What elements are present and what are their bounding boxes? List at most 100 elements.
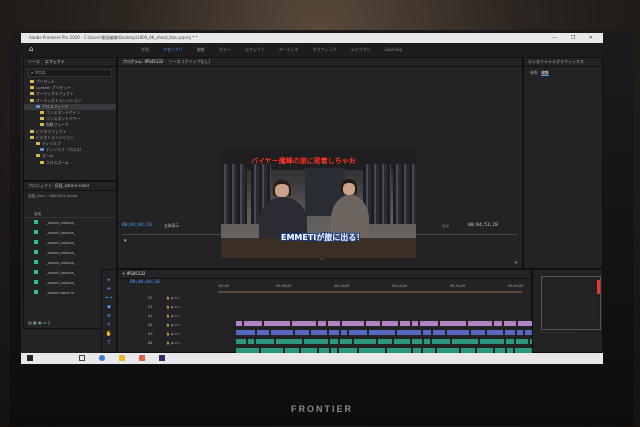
sequence-name[interactable]: IPS45132 bbox=[127, 271, 146, 276]
time-ruler[interactable]: :00;00 00;08;00 00;16;00 00;24;00 00;32;00 00… bbox=[218, 284, 523, 290]
workspace-tab[interactable]: 学習 bbox=[141, 43, 149, 57]
tab-source-monitor[interactable]: ソース: (クリップなし) bbox=[168, 59, 210, 64]
track-header[interactable]: A1 🔒 ◉ M S bbox=[138, 312, 216, 321]
program-timecode[interactable]: 00;04;04;26 bbox=[122, 223, 152, 229]
timeline-clip[interactable] bbox=[257, 330, 269, 335]
timeline-clip[interactable] bbox=[295, 330, 309, 335]
timeline-clip[interactable] bbox=[292, 321, 316, 326]
timeline-clip[interactable] bbox=[248, 339, 254, 344]
marker-icon[interactable]: ▾ bbox=[124, 239, 127, 244]
project-item[interactable]: _sound_various_ bbox=[24, 218, 116, 228]
fit-dropdown[interactable]: 全体表示 bbox=[164, 223, 179, 229]
track-header[interactable]: A4 🔒 ◉ M S bbox=[138, 339, 216, 348]
timeline-clip[interactable] bbox=[340, 339, 352, 344]
timeline-clip[interactable] bbox=[505, 330, 515, 335]
timeline-clip[interactable] bbox=[494, 321, 502, 326]
timeline-clip[interactable] bbox=[432, 339, 450, 344]
project-item[interactable]: _sound_various_ bbox=[24, 238, 116, 248]
timeline-clip[interactable] bbox=[394, 339, 410, 344]
track-toggles[interactable]: 🔒 ◉ M S bbox=[166, 294, 180, 303]
timeline-clip[interactable] bbox=[487, 330, 503, 335]
timeline-clip[interactable] bbox=[264, 321, 290, 326]
project-item[interactable]: _sound_various_ bbox=[24, 258, 116, 268]
timeline-clip[interactable] bbox=[420, 321, 438, 326]
work-area-bar[interactable] bbox=[218, 291, 522, 293]
tools[interactable]: ▸ ⇹ ⟷ ◆ ⧄ ✎ ✋ T bbox=[102, 270, 116, 348]
timeline-clip[interactable] bbox=[517, 330, 523, 335]
timeline-clip[interactable] bbox=[382, 321, 398, 326]
timeline-clip[interactable] bbox=[504, 321, 516, 326]
workspace-tab[interactable]: アセンブリ bbox=[163, 43, 183, 57]
track-toggles[interactable]: 🔒 ◉ M S bbox=[166, 321, 180, 330]
track-header[interactable]: V1 🔒 ◉ M S bbox=[138, 303, 216, 312]
timeline-clip[interactable] bbox=[424, 339, 430, 344]
workspace-tab[interactable]: Learning bbox=[384, 43, 401, 57]
home-icon[interactable]: ⌂ bbox=[29, 46, 33, 53]
window-controls[interactable]: — ❐ ✕ bbox=[552, 33, 599, 43]
workspace-tab[interactable]: ライブラリ bbox=[350, 43, 370, 57]
timeline-clip[interactable] bbox=[433, 330, 445, 335]
project-item[interactable]: _sound_various_ bbox=[24, 228, 116, 238]
explorer-icon[interactable] bbox=[119, 355, 125, 361]
timeline-clip[interactable] bbox=[506, 339, 514, 344]
tab-program[interactable]: プログラム: IPS45132 bbox=[122, 59, 163, 64]
timeline-clip[interactable] bbox=[440, 321, 466, 326]
timeline-clip[interactable] bbox=[354, 339, 376, 344]
resolution-dropdown[interactable]: 1/2 bbox=[442, 223, 449, 229]
track-header[interactable]: V2 🔒 ◉ M S bbox=[138, 294, 216, 303]
track-toggles[interactable]: 🔒 ◉ M S bbox=[166, 312, 180, 321]
timeline-clip[interactable] bbox=[349, 330, 367, 335]
app-icon[interactable] bbox=[139, 355, 145, 361]
edge-icon[interactable] bbox=[99, 355, 105, 361]
timeline-clip[interactable] bbox=[468, 321, 492, 326]
timeline-clip[interactable] bbox=[271, 330, 293, 335]
workspace-tab[interactable]: カラー bbox=[219, 43, 231, 57]
workspace-tab[interactable]: 編集 bbox=[197, 43, 205, 57]
tab-effects[interactable]: エフェクト bbox=[45, 59, 65, 64]
effects-search-input[interactable]: ⌕ クロス bbox=[28, 69, 112, 77]
timeline-clip[interactable] bbox=[400, 321, 410, 326]
timeline-clip[interactable] bbox=[516, 339, 528, 344]
timeline-clip[interactable] bbox=[236, 339, 246, 344]
track-toggles[interactable]: 🔒 ◉ M S bbox=[166, 330, 180, 339]
track-toggles[interactable]: 🔒 ◉ M S bbox=[166, 339, 180, 348]
timeline-clip[interactable] bbox=[452, 339, 478, 344]
add-button-icon[interactable]: + bbox=[514, 261, 518, 266]
timeline-clip[interactable] bbox=[256, 339, 274, 344]
track-header[interactable]: A3 🔒 ◉ M S bbox=[138, 330, 216, 339]
project-panel-title[interactable]: プロジェクト: 容疑_kotare.ssekt bbox=[24, 182, 116, 191]
timeline-clip[interactable] bbox=[397, 330, 421, 335]
project-item[interactable]: _sound_various_ bbox=[24, 248, 116, 258]
project-column-name[interactable]: 名前 bbox=[24, 201, 116, 218]
workspace-tab[interactable]: エフェクト bbox=[245, 43, 265, 57]
tab-source[interactable]: ソース bbox=[28, 59, 40, 64]
track-toggles[interactable]: 🔒 ◉ M S bbox=[166, 303, 180, 312]
timeline-clip[interactable] bbox=[244, 321, 262, 326]
timeline-clip[interactable] bbox=[341, 330, 347, 335]
timeline-clip[interactable] bbox=[329, 330, 339, 335]
timeline-clip[interactable] bbox=[236, 321, 242, 326]
timeline-clip[interactable] bbox=[304, 339, 328, 344]
timeline-clip[interactable] bbox=[328, 321, 340, 326]
premiere-icon[interactable] bbox=[159, 355, 165, 361]
timeline-clip[interactable] bbox=[447, 330, 469, 335]
timeline-clip[interactable] bbox=[330, 339, 338, 344]
workspace-tab[interactable]: オーディオ bbox=[279, 43, 299, 57]
tab-browse[interactable]: 参照 bbox=[530, 70, 538, 75]
timeline-clip[interactable] bbox=[471, 330, 485, 335]
timeline-clip[interactable] bbox=[342, 321, 364, 326]
timeline-clip[interactable] bbox=[369, 330, 395, 335]
tab-edit[interactable]: 編集 bbox=[541, 70, 549, 76]
timeline-timecode[interactable]: 00;04;04;26 bbox=[130, 280, 160, 286]
timeline-clip[interactable] bbox=[318, 321, 326, 326]
timeline-clip[interactable] bbox=[480, 339, 504, 344]
timeline-clip[interactable] bbox=[412, 321, 418, 326]
project-toolbar[interactable]: ▤ ▦ ◉ ▭ ▯ bbox=[28, 320, 50, 325]
timeline-clip[interactable] bbox=[423, 330, 431, 335]
timeline-clip[interactable] bbox=[378, 339, 392, 344]
timeline-clip[interactable] bbox=[236, 330, 255, 335]
timeline-clip[interactable] bbox=[311, 330, 327, 335]
timeline-clip[interactable] bbox=[276, 339, 302, 344]
workspace-tab[interactable]: グラフィック bbox=[313, 43, 337, 57]
timeline-clip[interactable] bbox=[412, 339, 422, 344]
